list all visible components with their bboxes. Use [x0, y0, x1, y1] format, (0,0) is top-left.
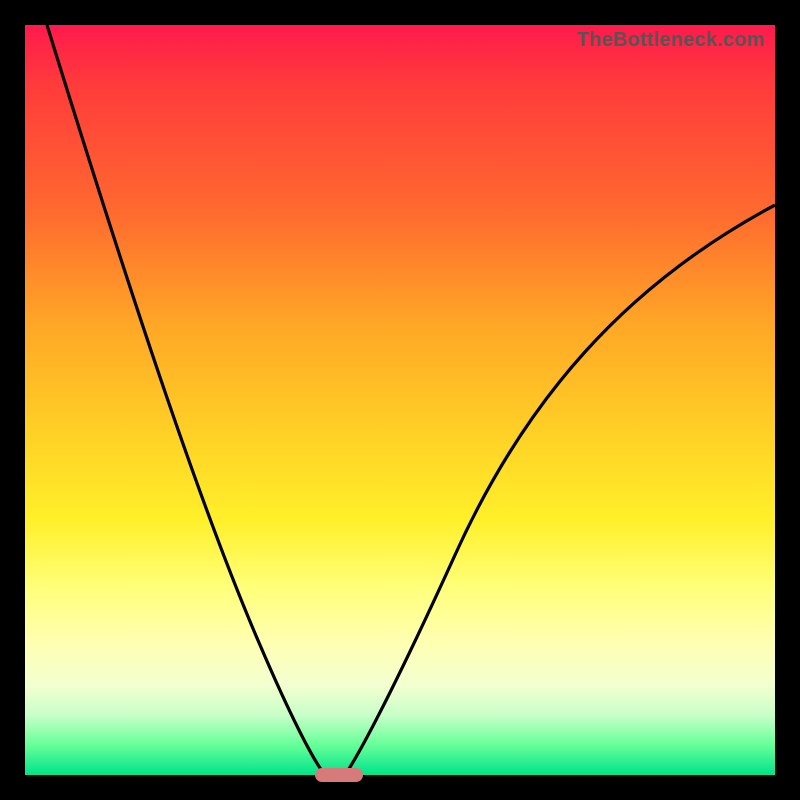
- chart-frame: TheBottleneck.com: [0, 0, 800, 800]
- plot-area: TheBottleneck.com: [25, 25, 775, 775]
- curve-right: [345, 205, 775, 775]
- optimum-marker: [315, 768, 363, 782]
- curve-left: [47, 25, 325, 775]
- curve-layer: [25, 25, 775, 775]
